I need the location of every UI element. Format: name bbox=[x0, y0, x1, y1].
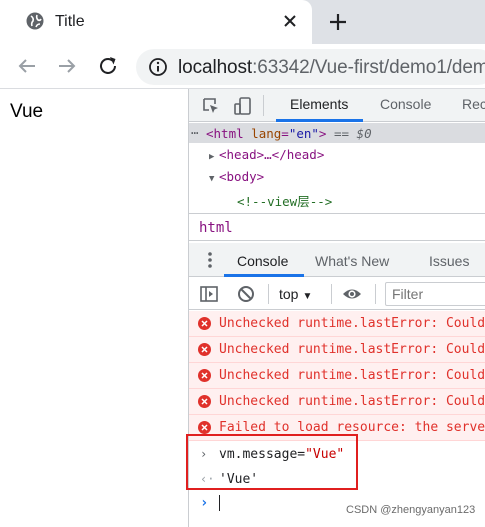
console-error-message: Unchecked runtime.lastError: Could not e… bbox=[189, 311, 485, 337]
plus-icon[interactable] bbox=[327, 11, 349, 33]
html-open-tag: <html bbox=[206, 126, 244, 141]
expand-triangle-icon[interactable]: ▶ bbox=[209, 152, 219, 162]
active-drawer-tab-indicator bbox=[224, 274, 304, 277]
tree-node-body[interactable]: ▼ <body> bbox=[189, 168, 485, 188]
error-icon bbox=[198, 395, 211, 408]
address-bar[interactable]: localhost:63342/Vue-first/demo1/demo1.ht… bbox=[136, 49, 485, 85]
console-error-message: Unchecked runtime.lastError: Could not e… bbox=[189, 363, 485, 389]
more-menu-icon[interactable] bbox=[208, 251, 212, 269]
console-messages: Unchecked runtime.lastError: Could not e… bbox=[189, 311, 485, 527]
watermark: CSDN @zhengyanyan123 bbox=[346, 504, 476, 516]
url-host: localhost bbox=[178, 57, 253, 78]
drawer-tabbar: Console What's New Issues bbox=[189, 243, 485, 277]
error-text: Unchecked runtime.lastError: Could not e… bbox=[219, 316, 485, 331]
selected-node-marker: == $0 bbox=[333, 126, 372, 141]
breadcrumb: html bbox=[189, 213, 485, 241]
device-toolbar-icon[interactable] bbox=[233, 96, 253, 116]
error-text: Unchecked runtime.lastError: Could not e… bbox=[219, 394, 485, 409]
console-error-message: Unchecked runtime.lastError: Could not e… bbox=[189, 337, 485, 363]
error-icon bbox=[198, 343, 211, 356]
drawer-tab-console[interactable]: Console bbox=[237, 253, 288, 269]
context-selector[interactable]: top ▼ bbox=[279, 286, 312, 302]
url-path: :63342/Vue-first/demo1/demo1.html bbox=[252, 57, 485, 78]
drawer-tab-issues[interactable]: Issues bbox=[429, 253, 469, 269]
prompt-chevron-icon: › bbox=[200, 495, 209, 511]
html-attr-value: "en" bbox=[288, 126, 319, 141]
error-icon bbox=[198, 369, 211, 382]
inspect-element-icon[interactable] bbox=[201, 96, 221, 116]
elements-tree: ⋯ <html lang="en"> == $0 ▶ <head>…</head>… bbox=[189, 123, 485, 213]
tab-title: Title bbox=[55, 13, 85, 30]
breadcrumb-html[interactable]: html bbox=[199, 220, 233, 236]
info-icon[interactable] bbox=[148, 57, 168, 77]
back-arrow-icon[interactable] bbox=[15, 54, 39, 78]
tree-node-html[interactable]: ⋯ <html lang="en"> == $0 bbox=[189, 123, 485, 143]
console-error-message: Unchecked runtime.lastError: Could not e… bbox=[189, 389, 485, 415]
toolbar-divider bbox=[268, 284, 269, 304]
collapse-triangle-icon[interactable]: ▼ bbox=[209, 174, 219, 184]
dropdown-arrow-icon: ▼ bbox=[302, 291, 313, 302]
context-value: top bbox=[279, 286, 299, 302]
forward-arrow-icon[interactable] bbox=[55, 54, 79, 78]
head-tag: <head>…</head> bbox=[219, 147, 325, 162]
ellipsis-icon[interactable]: ⋯ bbox=[191, 125, 199, 140]
globe-icon bbox=[26, 12, 44, 30]
comment-node: <!--view层--> bbox=[237, 194, 333, 209]
console-toolbar: top ▼ bbox=[189, 278, 485, 310]
tab-console[interactable]: Console bbox=[380, 96, 431, 112]
error-text: Failed to load resource: the server resp… bbox=[219, 420, 485, 435]
clear-console-icon[interactable] bbox=[236, 284, 256, 304]
error-text: Unchecked runtime.lastError: Could not e… bbox=[219, 368, 485, 383]
body-tag: <body> bbox=[219, 169, 265, 184]
tree-node-comment[interactable]: <!--view层--> bbox=[189, 190, 485, 210]
html-close-bracket: > bbox=[318, 126, 327, 141]
error-icon bbox=[198, 317, 211, 330]
drawer-tab-whats-new[interactable]: What's New bbox=[315, 253, 389, 269]
highlight-box bbox=[186, 434, 358, 490]
tree-node-head[interactable]: ▶ <head>…</head> bbox=[189, 146, 485, 166]
eye-icon[interactable] bbox=[342, 284, 362, 304]
browser-toolbar: localhost:63342/Vue-first/demo1/demo1.ht… bbox=[0, 44, 485, 89]
toolbar-divider bbox=[263, 95, 264, 116]
text-caret bbox=[219, 495, 220, 511]
close-icon[interactable] bbox=[280, 11, 300, 31]
error-icon bbox=[198, 421, 211, 434]
tab-strip: Title bbox=[0, 0, 485, 44]
page-content-text: Vue bbox=[10, 101, 44, 122]
toolbar-divider bbox=[331, 284, 332, 304]
html-attr-name: lang bbox=[251, 126, 282, 141]
toolbar-divider bbox=[375, 284, 376, 304]
sidebar-toggle-icon[interactable] bbox=[199, 284, 219, 304]
browser-tab[interactable]: Title bbox=[0, 0, 312, 44]
reload-icon[interactable] bbox=[96, 54, 120, 78]
url-text: localhost:63342/Vue-first/demo1/demo1.ht… bbox=[178, 57, 485, 79]
filter-input[interactable] bbox=[385, 282, 485, 306]
tab-recorder[interactable]: Recorder bbox=[462, 96, 485, 112]
tab-elements[interactable]: Elements bbox=[290, 96, 348, 112]
devtools-tabbar: Elements Console Recorder bbox=[189, 89, 485, 122]
active-tab-indicator bbox=[276, 119, 363, 122]
error-text: Unchecked runtime.lastError: Could not e… bbox=[219, 342, 485, 357]
